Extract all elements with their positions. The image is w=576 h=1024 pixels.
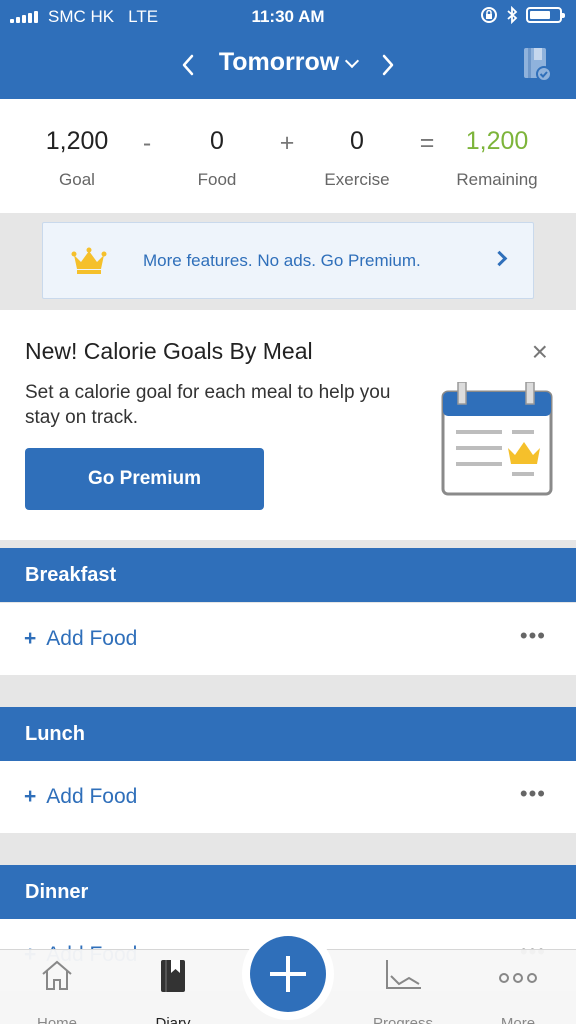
more-options-icon[interactable]: ••• (520, 623, 546, 649)
remaining-summary: 1,200 Remaining (442, 127, 552, 190)
food-value: 0 (210, 127, 224, 155)
meal-header-dinner: Dinner (0, 865, 576, 919)
date-title: Tomorrow (218, 48, 340, 76)
tab-label: More (500, 1015, 536, 1024)
crown-icon (71, 247, 107, 274)
food-summary: 0 Food (162, 127, 272, 190)
remaining-label: Remaining (456, 170, 538, 189)
go-premium-button[interactable]: Go Premium (25, 448, 264, 510)
add-food-breakfast-button[interactable]: + Add Food (24, 627, 137, 651)
goal-summary: 1,200 Goal (22, 127, 132, 190)
more-dots-icon (499, 973, 537, 983)
battery-icon (526, 7, 565, 23)
meal-row-breakfast: + Add Food ••• (0, 603, 576, 675)
remaining-value: 1,200 (465, 127, 529, 155)
bluetooth-icon (507, 6, 518, 24)
promo-title: New! Calorie Goals By Meal (25, 338, 313, 364)
tab-label: Diary (155, 1015, 191, 1024)
meal-header-lunch: Lunch (0, 707, 576, 761)
home-icon (42, 960, 72, 990)
premium-banner[interactable]: More features. No ads. Go Premium. (42, 222, 534, 299)
chevron-down-icon (345, 53, 360, 69)
chevron-right-icon[interactable] (372, 50, 402, 80)
rotation-lock-icon (481, 7, 497, 23)
exercise-label: Exercise (324, 170, 390, 189)
goal-value: 1,200 (45, 127, 109, 155)
add-food-label: Add Food (46, 785, 138, 808)
more-options-icon[interactable]: ••• (520, 781, 546, 807)
diary-check-icon[interactable] (522, 46, 552, 82)
close-icon[interactable]: × (532, 336, 548, 368)
progress-chart-icon (386, 960, 421, 989)
date-selector[interactable]: Tomorrow (0, 48, 576, 77)
promo-card: New! Calorie Goals By Meal × Set a calor… (0, 310, 576, 540)
tab-more[interactable]: More (463, 958, 573, 1024)
tab-label: Home (36, 1015, 77, 1024)
app-header: SMC HK LTE 11:30 AM Tomorrow (0, 0, 576, 99)
tab-progress[interactable]: Progress (348, 958, 458, 1024)
diary-icon (161, 960, 185, 992)
quick-add-button[interactable] (242, 928, 334, 1020)
equals-operator: = (419, 129, 435, 157)
minus-operator: - (142, 129, 152, 157)
status-bar: SMC HK LTE 11:30 AM (0, 0, 576, 34)
plus-icon: + (24, 627, 37, 650)
plus-icon (250, 936, 326, 1012)
goal-label: Goal (59, 170, 95, 189)
tab-label: Progress (372, 1015, 434, 1024)
food-label: Food (197, 170, 237, 189)
plus-icon: + (24, 785, 37, 808)
exercise-value: 0 (350, 127, 364, 155)
exercise-summary: 0 Exercise (302, 127, 412, 190)
meal-row-lunch: + Add Food ••• (0, 761, 576, 833)
calendar-crown-icon (441, 382, 553, 496)
add-food-lunch-button[interactable]: + Add Food (24, 785, 137, 809)
tab-diary[interactable]: Diary (118, 958, 228, 1024)
chevron-right-icon (491, 250, 508, 267)
promo-description: Set a calorie goal for each meal to help… (25, 382, 391, 428)
plus-operator: + (279, 129, 295, 157)
calorie-summary: 1,200 Goal - 0 Food + 0 Exercise = 1,200… (0, 99, 576, 213)
banner-text: More features. No ads. Go Premium. (143, 251, 421, 270)
add-food-label: Add Food (46, 627, 138, 650)
meal-header-breakfast: Breakfast (0, 548, 576, 602)
tab-home[interactable]: Home (2, 958, 112, 1024)
